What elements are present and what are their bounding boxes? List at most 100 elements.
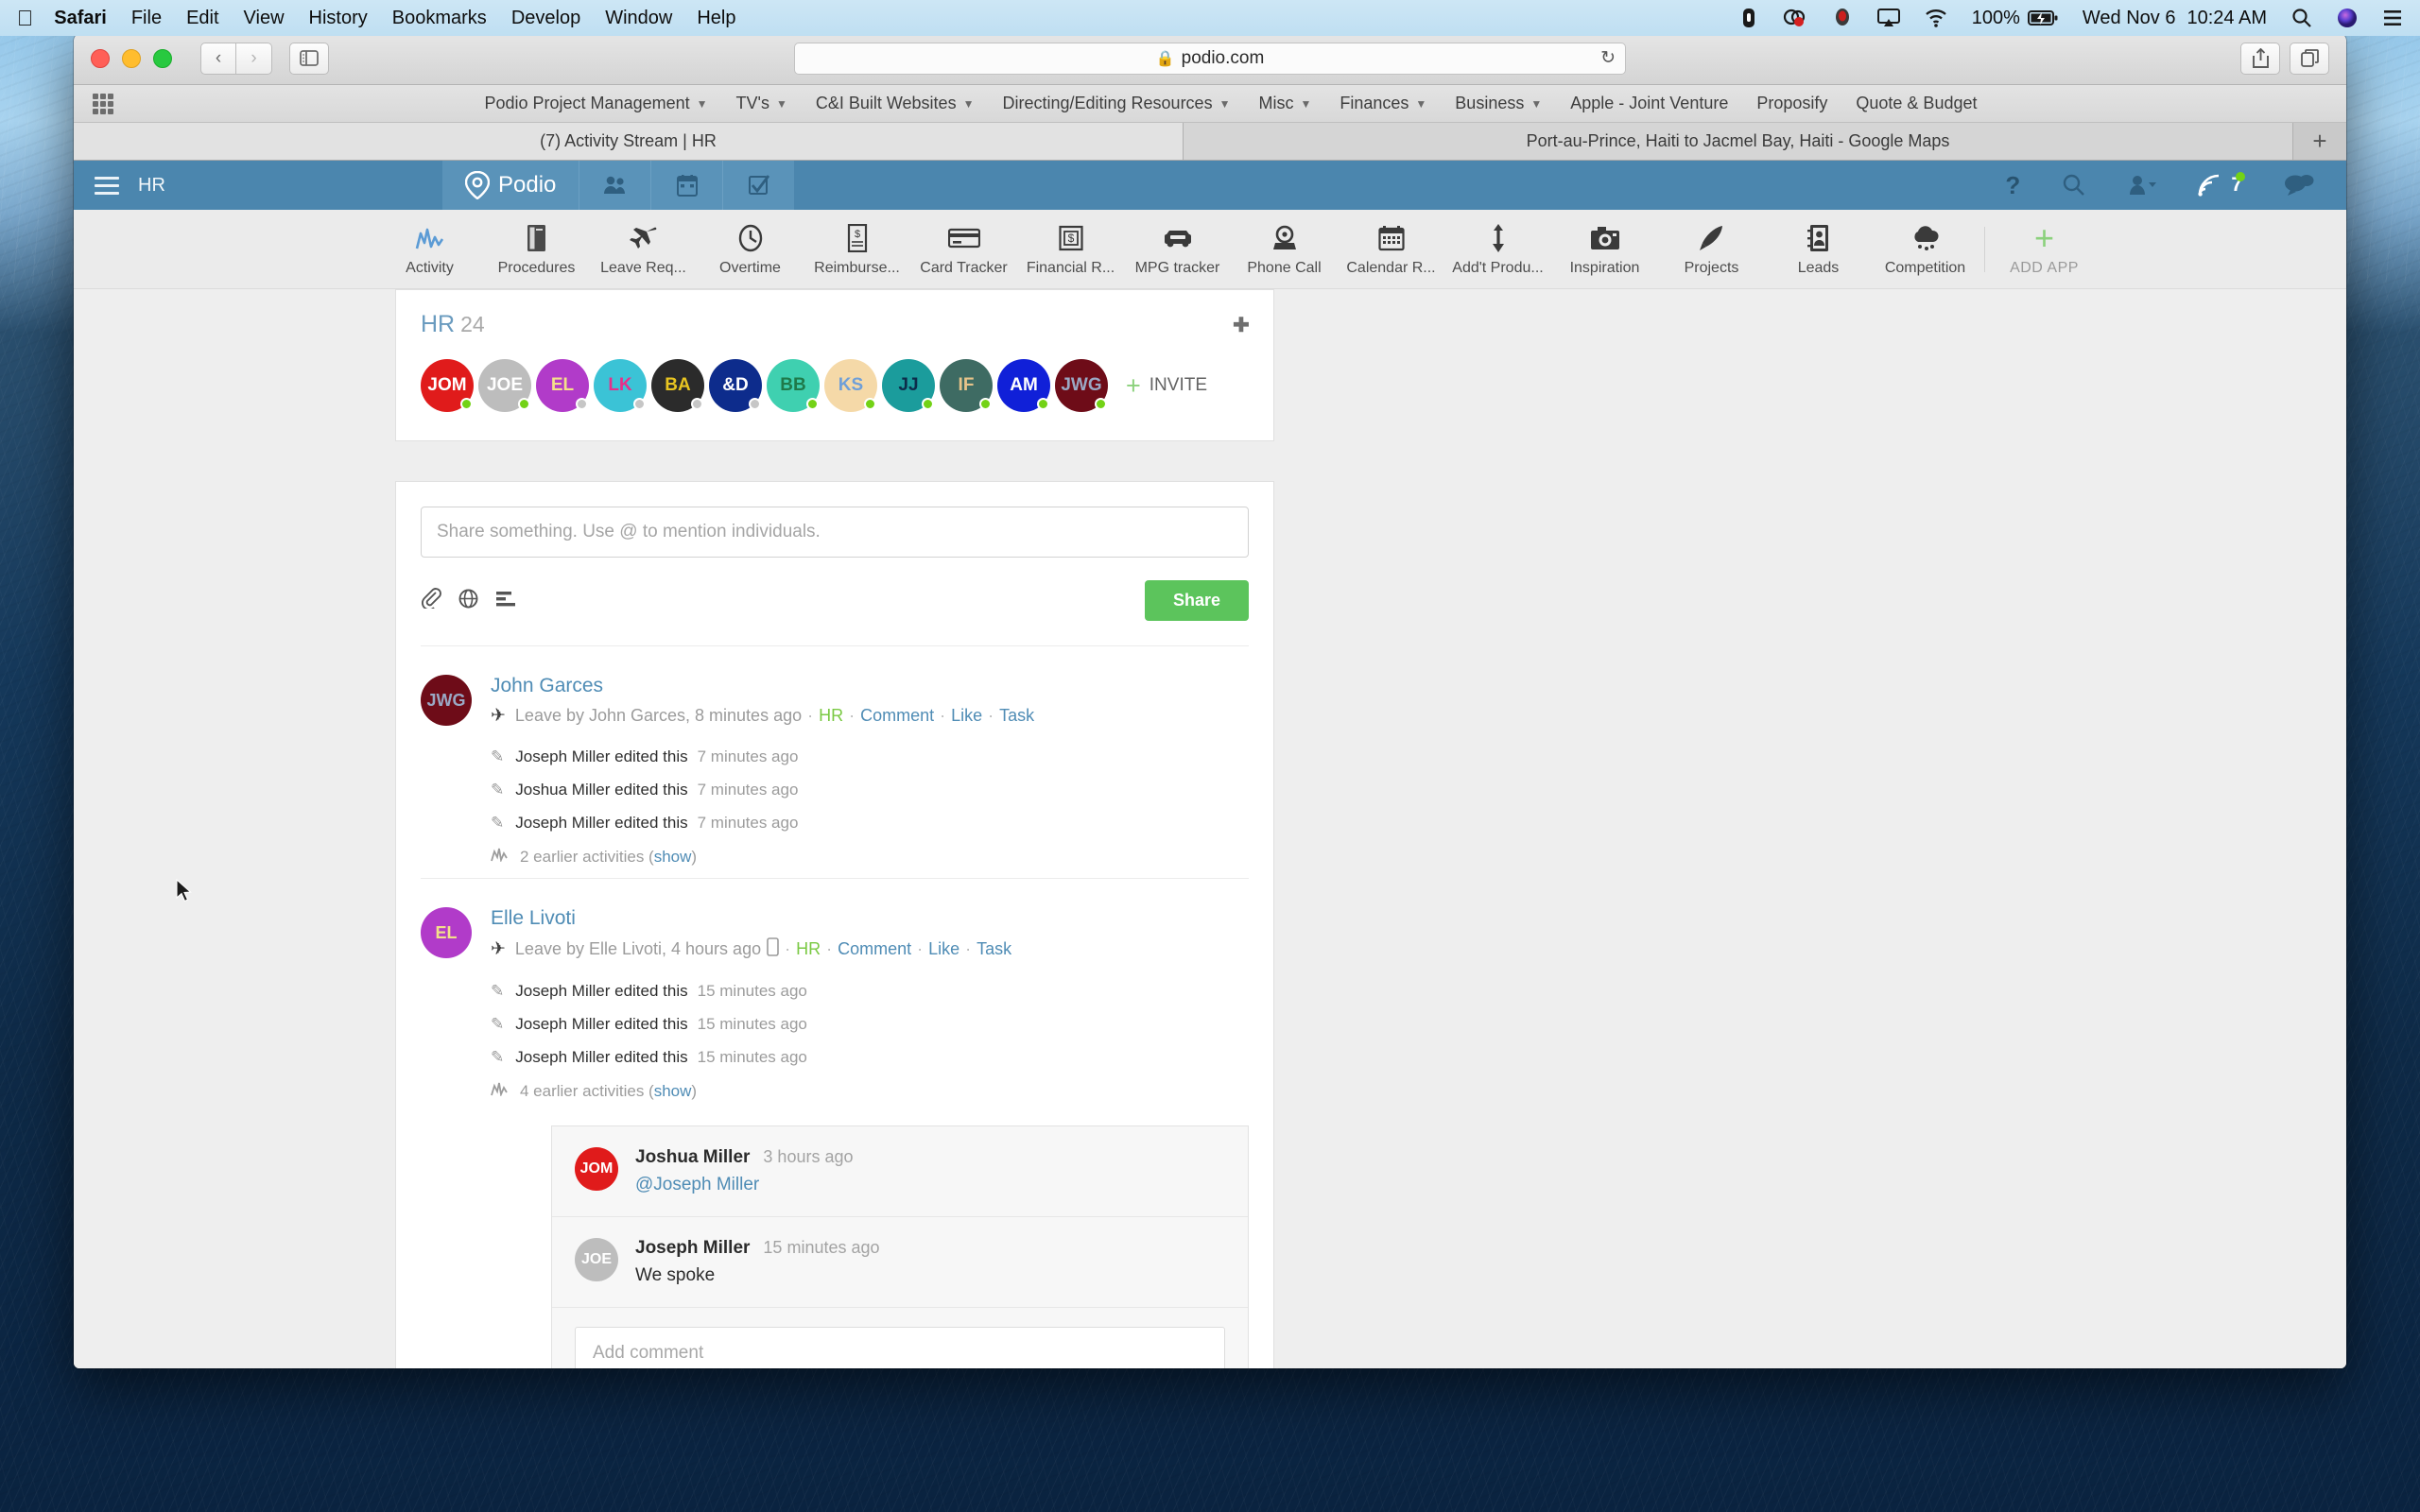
- menu-item-history[interactable]: History: [309, 8, 368, 29]
- new-tab-button[interactable]: +: [2293, 123, 2346, 160]
- app-leads[interactable]: Leads: [1765, 222, 1872, 277]
- menu-item-edit[interactable]: Edit: [186, 8, 218, 29]
- status-airplay-icon[interactable]: [1876, 9, 1900, 27]
- share-button[interactable]: Share: [1144, 580, 1249, 621]
- comment-author-name[interactable]: Joseph Miller: [635, 1238, 750, 1259]
- app-procedures[interactable]: Procedures: [483, 222, 590, 277]
- comment-author-avatar[interactable]: JOE: [575, 1238, 618, 1281]
- post-task-action[interactable]: Task: [999, 706, 1034, 726]
- calendar-icon[interactable]: [650, 161, 722, 210]
- app-projects[interactable]: Projects: [1658, 222, 1765, 277]
- member-avatar[interactable]: EL: [536, 359, 589, 412]
- member-avatar[interactable]: JOE: [478, 359, 531, 412]
- post-comment-action[interactable]: Comment: [838, 939, 911, 959]
- invite-button[interactable]: + INVITE: [1126, 372, 1207, 399]
- menu-item-safari[interactable]: Safari: [54, 8, 107, 29]
- battery-icon[interactable]: [2027, 9, 2058, 26]
- post-author-name[interactable]: John Garces: [491, 675, 1249, 697]
- siri-icon[interactable]: [2337, 8, 2358, 28]
- post-task-action[interactable]: Task: [977, 939, 1011, 959]
- attachment-icon[interactable]: [421, 588, 441, 613]
- app-activity[interactable]: Activity: [376, 222, 483, 277]
- status-evernote-icon[interactable]: [1783, 8, 1807, 28]
- menu-item-help[interactable]: Help: [697, 8, 735, 29]
- member-avatar[interactable]: LK: [594, 359, 647, 412]
- search-icon[interactable]: [2062, 173, 2086, 198]
- app-reimbursement[interactable]: $ Reimburse...: [804, 222, 910, 277]
- tasks-icon[interactable]: [722, 161, 794, 210]
- show-all-bookmarks-icon[interactable]: [93, 93, 113, 114]
- bookmark-finances[interactable]: Finances ▼: [1325, 94, 1441, 113]
- globe-icon[interactable]: [458, 589, 478, 613]
- member-avatar[interactable]: IF: [940, 359, 993, 412]
- post-like-action[interactable]: Like: [928, 939, 959, 959]
- comment-author-name[interactable]: Joshua Miller: [635, 1147, 750, 1168]
- reload-button[interactable]: ↻: [1600, 47, 1616, 69]
- post-author-avatar[interactable]: EL: [421, 907, 472, 958]
- menu-item-window[interactable]: Window: [605, 8, 672, 29]
- show-earlier-link[interactable]: show: [654, 848, 692, 867]
- status-recording-icon[interactable]: [1832, 8, 1853, 28]
- tab-google-maps[interactable]: Port-au-Prince, Haiti to Jacmel Bay, Hai…: [1184, 123, 2293, 160]
- add-comment-input[interactable]: Add comment: [575, 1327, 1225, 1368]
- post-author-name[interactable]: Elle Livoti: [491, 907, 1249, 930]
- help-icon[interactable]: ?: [2005, 171, 2020, 200]
- user-profile-dropdown[interactable]: [2128, 174, 2157, 197]
- podio-logo[interactable]: Podio: [442, 161, 579, 210]
- activity-feed-icon[interactable]: 7: [2198, 172, 2245, 197]
- post-author-avatar[interactable]: JWG: [421, 675, 472, 726]
- address-bar[interactable]: 🔒 podio.com ↻: [794, 42, 1626, 75]
- menu-item-develop[interactable]: Develop: [511, 8, 580, 29]
- apple-logo-icon[interactable]: : [17, 7, 33, 29]
- menu-item-file[interactable]: File: [131, 8, 162, 29]
- menu-hamburger-icon[interactable]: [95, 176, 119, 195]
- status-dropbox-icon[interactable]: [1739, 8, 1758, 28]
- comment-author-avatar[interactable]: JOM: [575, 1147, 618, 1191]
- post-space-tag[interactable]: HR: [819, 706, 843, 726]
- member-avatar[interactable]: BB: [767, 359, 820, 412]
- member-avatar[interactable]: AM: [997, 359, 1050, 412]
- member-avatar[interactable]: JOM: [421, 359, 474, 412]
- member-avatar[interactable]: BA: [651, 359, 704, 412]
- app-competition[interactable]: Competition: [1872, 222, 1979, 277]
- bookmark-proposify[interactable]: Proposify: [1742, 94, 1841, 113]
- spotlight-search-icon[interactable]: [2291, 8, 2312, 28]
- app-leave-request[interactable]: Leave Req...: [590, 222, 697, 277]
- bookmark-podio-project-management[interactable]: Podio Project Management ▼: [471, 94, 722, 113]
- sidebar-toggle-button[interactable]: [289, 42, 329, 75]
- show-earlier-link[interactable]: show: [654, 1082, 692, 1101]
- forward-button[interactable]: ›: [236, 42, 272, 75]
- app-overtime[interactable]: Overtime: [697, 222, 804, 277]
- share-input[interactable]: Share something. Use @ to mention indivi…: [421, 507, 1249, 558]
- bookmark-misc[interactable]: Misc ▼: [1244, 94, 1325, 113]
- bookmark-directing-editing-resources[interactable]: Directing/Editing Resources ▼: [988, 94, 1244, 113]
- member-avatar[interactable]: JJ: [882, 359, 935, 412]
- status-wifi-icon[interactable]: [1925, 9, 1947, 27]
- bookmark-quote-budget[interactable]: Quote & Budget: [1841, 94, 1991, 113]
- app-calendar-reminder[interactable]: Calendar R...: [1338, 222, 1444, 277]
- app-additional-products[interactable]: Add't Produ...: [1444, 222, 1551, 277]
- bookmark-business[interactable]: Business ▼: [1441, 94, 1556, 113]
- add-app-button[interactable]: + ADD APP: [1991, 218, 2098, 277]
- back-button[interactable]: ‹: [200, 42, 236, 75]
- menu-item-bookmarks[interactable]: Bookmarks: [392, 8, 487, 29]
- app-phone-call[interactable]: Phone Call: [1231, 222, 1338, 277]
- close-window-button[interactable]: [91, 48, 110, 68]
- share-button[interactable]: [2240, 42, 2280, 75]
- maximize-window-button[interactable]: [153, 48, 172, 68]
- contacts-icon[interactable]: [579, 161, 650, 210]
- app-financial-report[interactable]: $ Financial R...: [1017, 222, 1124, 277]
- poll-icon[interactable]: [495, 590, 516, 611]
- member-avatar[interactable]: JWG: [1055, 359, 1108, 412]
- bookmark-ci-built-websites[interactable]: C&I Built Websites ▼: [802, 94, 989, 113]
- member-avatar[interactable]: &D: [709, 359, 762, 412]
- bookmark-tvs[interactable]: TV's ▼: [722, 94, 802, 113]
- chat-icon[interactable]: [2284, 174, 2314, 197]
- app-card-tracker[interactable]: Card Tracker: [910, 222, 1017, 277]
- app-mpg-tracker[interactable]: MPG tracker: [1124, 222, 1231, 277]
- bookmark-apple-joint-venture[interactable]: Apple - Joint Venture: [1556, 94, 1742, 113]
- tab-activity-stream-hr[interactable]: (7) Activity Stream | HR: [74, 123, 1184, 160]
- post-comment-action[interactable]: Comment: [860, 706, 934, 726]
- app-inspiration[interactable]: Inspiration: [1551, 222, 1658, 277]
- show-tabs-button[interactable]: [2290, 42, 2329, 75]
